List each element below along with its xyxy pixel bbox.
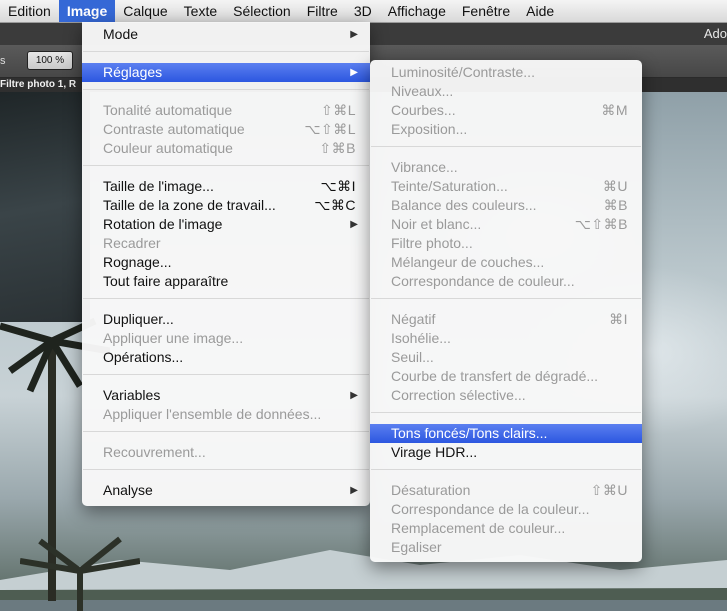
menu-item-correspondance-la-couleur[interactable]: Correspondance de la couleur... (370, 500, 642, 519)
app-title: Ado (703, 26, 727, 41)
menu-item-mode[interactable]: Mode ▶ (82, 25, 370, 44)
menu-item-appliquer-image[interactable]: Appliquer une image... (82, 329, 370, 348)
menu-separator (83, 165, 369, 166)
menu-separator (371, 298, 641, 299)
menu-separator (83, 298, 369, 299)
menu-item-operations[interactable]: Opérations... (82, 348, 370, 367)
submenu-arrow-icon: ▶ (350, 390, 358, 401)
menu-item-correspondance-couleur[interactable]: Correspondance de couleur... (370, 272, 642, 291)
menu-affichage[interactable]: Affichage (380, 0, 454, 22)
menu-item-vibrance[interactable]: Vibrance... (370, 158, 642, 177)
menu-item-variables[interactable]: Variables ▶ (82, 386, 370, 405)
menu-item-analyse[interactable]: Analyse ▶ (82, 481, 370, 500)
menu-separator (371, 469, 641, 470)
menu-item-dupliquer[interactable]: Dupliquer... (82, 310, 370, 329)
submenu-arrow-icon: ▶ (350, 219, 358, 230)
menu-item-niveaux[interactable]: Niveaux... (370, 82, 642, 101)
menu-separator (83, 374, 369, 375)
menu-separator (371, 412, 641, 413)
menubar: Edition Image Calque Texte Sélection Fil… (0, 0, 727, 23)
menu-calque[interactable]: Calque (115, 0, 175, 22)
menu-item-isohelie[interactable]: Isohélie... (370, 329, 642, 348)
image-menu: Mode ▶ Réglages ▶ Tonalité automatique ⇧… (82, 22, 370, 506)
zoom-button[interactable]: 100 % (27, 51, 73, 70)
building-roof (0, 92, 90, 322)
menu-item-tonalite-auto[interactable]: Tonalité automatique ⇧⌘L (82, 101, 370, 120)
menu-fenetre[interactable]: Fenêtre (454, 0, 518, 22)
menu-item-couleur-auto[interactable]: Couleur automatique ⇧⌘B (82, 139, 370, 158)
menu-item-balance-couleurs[interactable]: Balance des couleurs... ⌘B (370, 196, 642, 215)
menu-edition[interactable]: Edition (0, 0, 59, 22)
submenu-arrow-icon: ▶ (350, 485, 358, 496)
menu-item-contraste-auto[interactable]: Contraste automatique ⌥⇧⌘L (82, 120, 370, 139)
menu-item-tout-faire-apparaitre[interactable]: Tout faire apparaître (82, 272, 370, 291)
menu-item-reglages[interactable]: Réglages ▶ (82, 63, 370, 82)
menu-3d[interactable]: 3D (346, 0, 380, 22)
menu-item-tons-fonces-clairs[interactable]: Tons foncés/Tons clairs... (370, 424, 642, 443)
menu-texte[interactable]: Texte (176, 0, 225, 22)
menu-item-virage-hdr[interactable]: Virage HDR... (370, 443, 642, 462)
menu-item-filtre-photo[interactable]: Filtre photo... (370, 234, 642, 253)
menu-image[interactable]: Image (58, 0, 116, 22)
menu-item-taille-zone[interactable]: Taille de la zone de travail... ⌥⌘C (82, 196, 370, 215)
options-label: s (0, 55, 6, 67)
menu-separator (83, 431, 369, 432)
menu-item-remplacement-couleur[interactable]: Remplacement de couleur... (370, 519, 642, 538)
menu-item-seuil[interactable]: Seuil... (370, 348, 642, 367)
reglages-submenu: Luminosité/Contraste... Niveaux... Courb… (370, 60, 642, 562)
menu-selection[interactable]: Sélection (225, 0, 299, 22)
menu-separator (83, 51, 369, 52)
menu-item-appliquer-donnees[interactable]: Appliquer l'ensemble de données... (82, 405, 370, 424)
menu-item-rotation[interactable]: Rotation de l'image ▶ (82, 215, 370, 234)
menu-item-exposition[interactable]: Exposition... (370, 120, 642, 139)
menu-separator (83, 89, 369, 90)
menu-item-rognage[interactable]: Rognage... (82, 253, 370, 272)
menu-item-negatif[interactable]: Négatif ⌘I (370, 310, 642, 329)
menu-item-melangeur[interactable]: Mélangeur de couches... (370, 253, 642, 272)
menu-item-courbe-transfert[interactable]: Courbe de transfert de dégradé... (370, 367, 642, 386)
menu-item-noir-blanc[interactable]: Noir et blanc... ⌥⇧⌘B (370, 215, 642, 234)
menu-item-recouvrement[interactable]: Recouvrement... (82, 443, 370, 462)
menu-item-luminosite[interactable]: Luminosité/Contraste... (370, 63, 642, 82)
menu-separator (83, 469, 369, 470)
submenu-arrow-icon: ▶ (350, 67, 358, 78)
submenu-arrow-icon: ▶ (350, 29, 358, 40)
menu-item-recadrer[interactable]: Recadrer (82, 234, 370, 253)
menu-item-courbes[interactable]: Courbes... ⌘M (370, 101, 642, 120)
menu-item-egaliser[interactable]: Egaliser (370, 538, 642, 557)
menu-item-taille-image[interactable]: Taille de l'image... ⌥⌘I (82, 177, 370, 196)
menu-item-correction-selective[interactable]: Correction sélective... (370, 386, 642, 405)
menu-separator (371, 146, 641, 147)
menu-filtre[interactable]: Filtre (299, 0, 346, 22)
document-tab-label: Filtre photo 1, R (0, 79, 77, 90)
palm-tree-bottom (20, 536, 140, 611)
menu-item-desaturation[interactable]: Désaturation ⇧⌘U (370, 481, 642, 500)
menu-aide[interactable]: Aide (518, 0, 562, 22)
menu-item-teinte-saturation[interactable]: Teinte/Saturation... ⌘U (370, 177, 642, 196)
